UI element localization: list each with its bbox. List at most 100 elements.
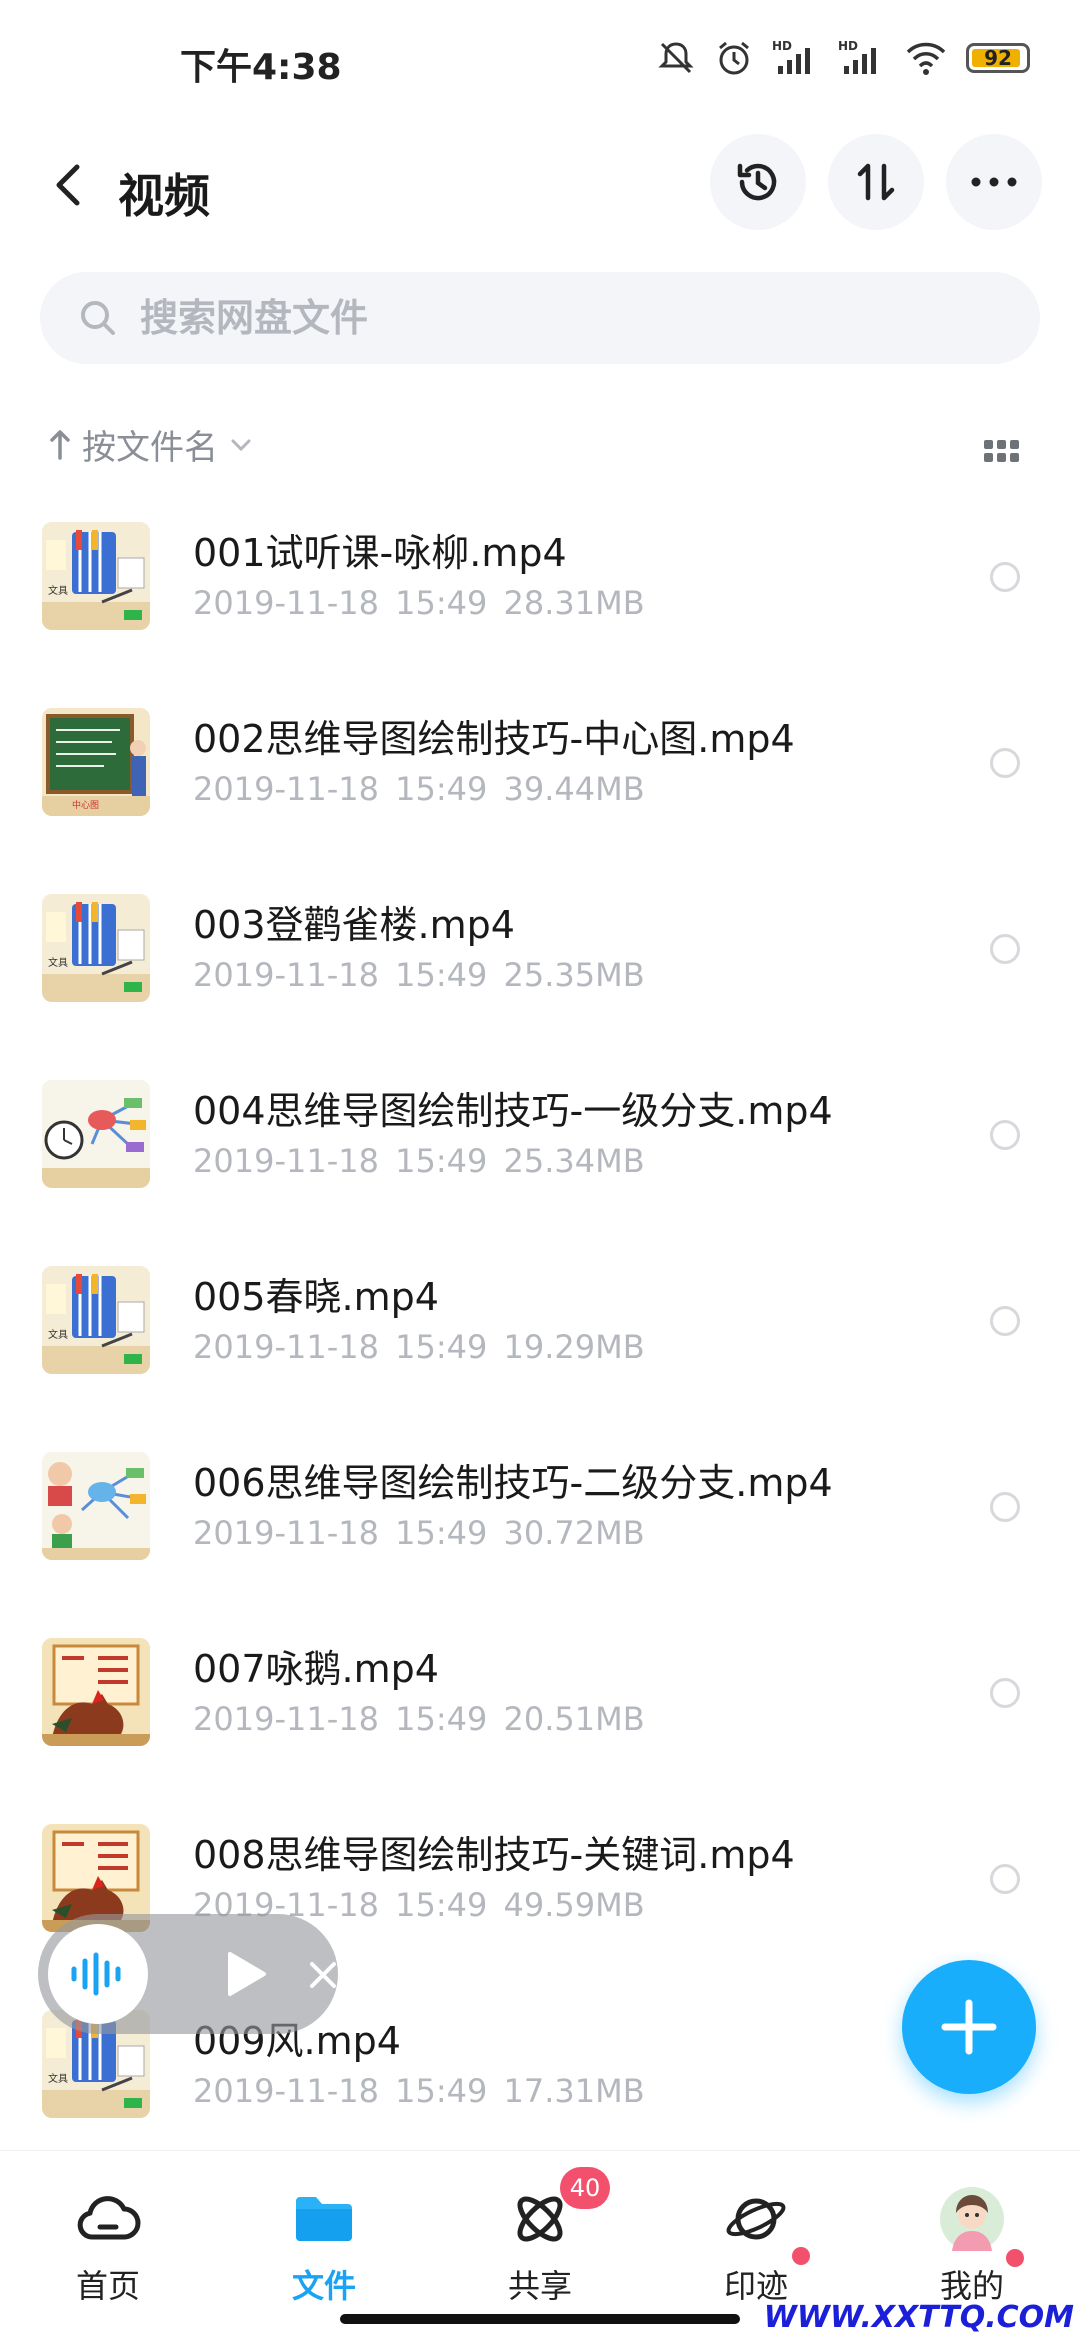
audio-wave-icon bbox=[71, 1952, 121, 1996]
mini-audio-player[interactable] bbox=[38, 1914, 338, 2034]
file-date: 2019-11-18 bbox=[193, 770, 379, 808]
mute-icon bbox=[658, 42, 694, 74]
svg-text:中心图: 中心图 bbox=[72, 799, 99, 811]
file-size: 28.31MB bbox=[503, 584, 645, 622]
file-meta: 2019-11-18 15:49 19.29MB bbox=[193, 1328, 645, 1366]
select-radio[interactable] bbox=[990, 1492, 1020, 1522]
audio-wave-button[interactable] bbox=[48, 1924, 148, 2024]
grid-view-button[interactable] bbox=[982, 436, 1022, 472]
file-meta: 2019-11-18 15:49 20.51MB bbox=[193, 1700, 645, 1738]
file-row[interactable]: 007咏鹅.mp4 2019-11-18 15:49 20.51MB bbox=[0, 1616, 1080, 1802]
avatar bbox=[940, 2187, 1004, 2251]
status-icons: HD HD 92 bbox=[656, 38, 1030, 78]
nav-label-home: 首页 bbox=[75, 2267, 140, 2305]
select-radio[interactable] bbox=[990, 1120, 1020, 1150]
file-date: 2019-11-18 bbox=[193, 1328, 379, 1366]
nav-item-share[interactable]: 共享 bbox=[432, 2151, 648, 2321]
battery-indicator: 92 bbox=[966, 43, 1030, 73]
file-name: 007咏鹅.mp4 bbox=[193, 1647, 439, 1691]
folder-icon bbox=[296, 2197, 352, 2241]
nav-item-files[interactable]: 文件 bbox=[216, 2151, 432, 2321]
file-row[interactable]: 004思维导图绘制技巧-一级分支.mp4 2019-11-18 15:49 25.… bbox=[0, 1058, 1080, 1244]
file-row[interactable]: 006思维导图绘制技巧-二级分支.mp4 2019-11-18 15:49 30.… bbox=[0, 1430, 1080, 1616]
more-button[interactable] bbox=[946, 134, 1042, 230]
file-date: 2019-11-18 bbox=[193, 956, 379, 994]
svg-text:HD: HD bbox=[772, 39, 792, 53]
file-size: 49.59MB bbox=[503, 1886, 645, 1924]
back-button[interactable] bbox=[38, 140, 98, 230]
footprint-dot bbox=[792, 2247, 810, 2265]
video-thumbnail bbox=[42, 1080, 150, 1188]
wifi-icon bbox=[906, 42, 946, 75]
svg-text:HD: HD bbox=[838, 39, 858, 53]
video-thumbnail: 文具 bbox=[42, 1266, 150, 1374]
file-size: 39.44MB bbox=[503, 770, 645, 808]
file-time: 15:49 bbox=[395, 2072, 488, 2110]
file-size: 19.29MB bbox=[503, 1328, 645, 1366]
file-time: 15:49 bbox=[395, 584, 488, 622]
file-name: 008思维导图绘制技巧-关键词.mp4 bbox=[193, 1833, 795, 1877]
select-radio[interactable] bbox=[990, 1864, 1020, 1894]
page-title: 视频 bbox=[118, 169, 210, 223]
app-header: 视频 bbox=[0, 120, 1080, 290]
file-date: 2019-11-18 bbox=[193, 1142, 379, 1180]
home-indicator[interactable] bbox=[340, 2314, 740, 2324]
sort-by-name-button[interactable]: 按文件名 bbox=[48, 420, 254, 469]
file-row[interactable]: 文具 003登鹳雀楼.mp4 2019-11-18 15:49 25.35MB bbox=[0, 872, 1080, 1058]
grid-view-icon bbox=[984, 440, 1019, 462]
file-meta: 2019-11-18 15:49 25.35MB bbox=[193, 956, 645, 994]
nav-item-mine[interactable]: 我的 bbox=[864, 2151, 1080, 2321]
status-bar: 下午4:38 HD HD 92 bbox=[0, 0, 1080, 120]
select-radio[interactable] bbox=[990, 1678, 1020, 1708]
search-bar[interactable] bbox=[40, 272, 1040, 364]
file-row[interactable]: 文具 005春晓.mp4 2019-11-18 15:49 19.29MB bbox=[0, 1244, 1080, 1430]
file-row[interactable]: 中心图 002思维导图绘制技巧-中心图.mp4 2019-11-18 15:49 3… bbox=[0, 686, 1080, 872]
file-size: 25.34MB bbox=[503, 1142, 645, 1180]
play-icon[interactable] bbox=[224, 1950, 268, 1998]
watermark: WWW.XXTTQ.COM bbox=[763, 2300, 1074, 2335]
file-time: 15:49 bbox=[395, 1700, 488, 1738]
file-name: 002思维导图绘制技巧-中心图.mp4 bbox=[193, 717, 795, 761]
video-thumbnail: 文具 bbox=[42, 522, 150, 630]
nav-label-share: 共享 bbox=[507, 2267, 572, 2305]
file-time: 15:49 bbox=[395, 1886, 488, 1924]
battery-level: 92 bbox=[984, 46, 1012, 70]
close-icon[interactable] bbox=[308, 1960, 338, 1990]
file-meta: 2019-11-18 15:49 30.72MB bbox=[193, 1514, 645, 1552]
file-size: 30.72MB bbox=[503, 1514, 645, 1552]
status-time: 下午4:38 bbox=[180, 47, 342, 88]
file-row[interactable]: 文具 001试听课-咏柳.mp4 2019-11-18 15:49 28.31MB bbox=[0, 500, 1080, 686]
select-radio[interactable] bbox=[990, 748, 1020, 778]
select-radio[interactable] bbox=[990, 934, 1020, 964]
file-date: 2019-11-18 bbox=[193, 2072, 379, 2110]
file-name: 006思维导图绘制技巧-二级分支.mp4 bbox=[193, 1461, 833, 1505]
nav-item-footprint[interactable]: 印迹 bbox=[648, 2151, 864, 2321]
file-name: 005春晓.mp4 bbox=[193, 1275, 439, 1319]
add-button[interactable] bbox=[902, 1960, 1036, 2094]
file-size: 20.51MB bbox=[503, 1700, 645, 1738]
select-radio[interactable] bbox=[990, 1306, 1020, 1336]
svg-text:文具: 文具 bbox=[48, 1328, 68, 1341]
history-button[interactable] bbox=[710, 134, 806, 230]
arrow-up-icon bbox=[50, 429, 70, 460]
search-input[interactable] bbox=[140, 296, 940, 340]
mine-dot bbox=[1006, 2249, 1024, 2267]
share-badge: 40 bbox=[560, 2167, 610, 2209]
file-date: 2019-11-18 bbox=[193, 584, 379, 622]
file-time: 15:49 bbox=[395, 956, 488, 994]
file-time: 15:49 bbox=[395, 770, 488, 808]
file-size: 17.31MB bbox=[503, 2072, 645, 2110]
file-name: 004思维导图绘制技巧-一级分支.mp4 bbox=[193, 1089, 833, 1133]
file-meta: 2019-11-18 15:49 28.31MB bbox=[193, 584, 645, 622]
file-date: 2019-11-18 bbox=[193, 1514, 379, 1552]
file-time: 15:49 bbox=[395, 1328, 488, 1366]
file-name: 003登鹳雀楼.mp4 bbox=[193, 903, 515, 947]
signal-hd-icon: HD bbox=[772, 39, 810, 74]
nav-item-home[interactable]: 首页 bbox=[0, 2151, 216, 2321]
sort-order-button[interactable] bbox=[828, 134, 924, 230]
video-thumbnail: 中心图 bbox=[42, 708, 150, 816]
sort-swap-icon bbox=[857, 163, 895, 201]
file-name: 001试听课-咏柳.mp4 bbox=[193, 531, 567, 575]
select-radio[interactable] bbox=[990, 562, 1020, 592]
svg-text:文具: 文具 bbox=[48, 584, 68, 597]
